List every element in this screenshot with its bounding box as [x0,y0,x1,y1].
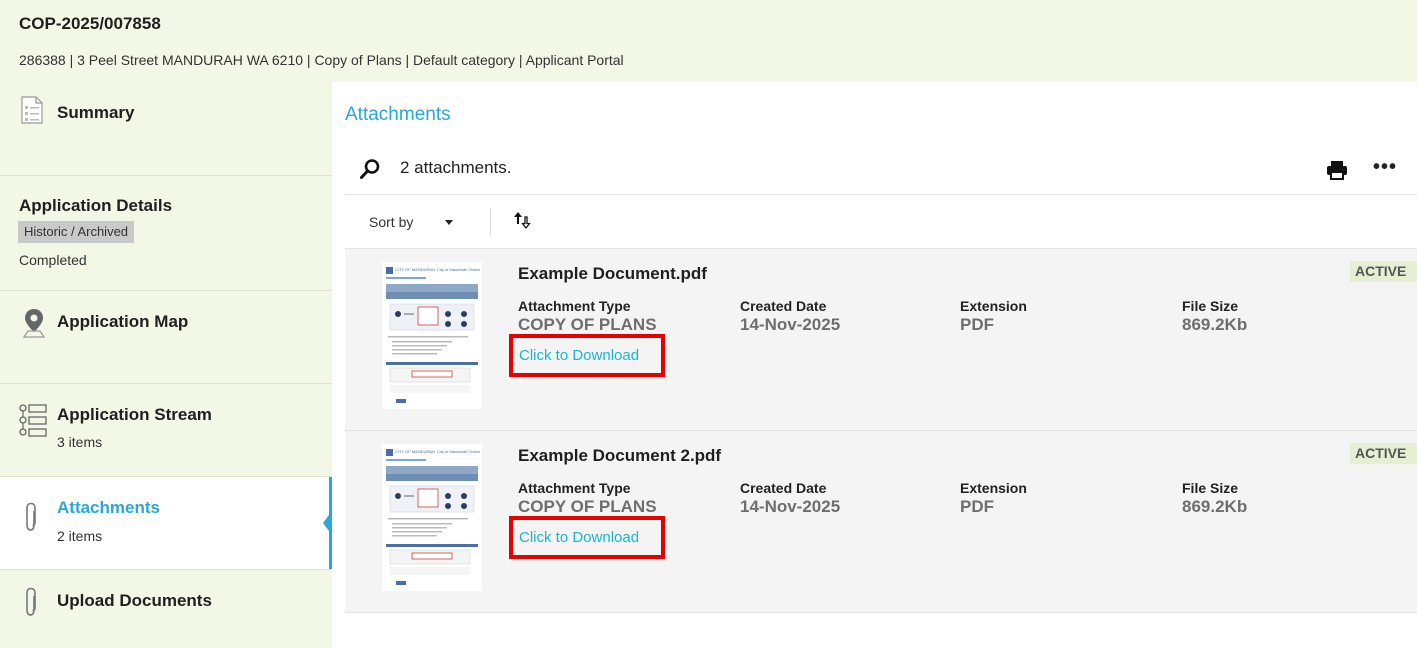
download-link[interactable]: Click to Download [519,347,639,364]
attachment-card: CITY OF MANDURAH City of Mandurah Online [345,431,1417,613]
sidebar-item-sub: 3 items [57,434,103,450]
attachment-filename[interactable]: Example Document 2.pdf [518,446,721,466]
attachment-type-label: Attachment Type [518,298,631,314]
more-options-icon[interactable]: ••• [1373,156,1397,179]
created-date-label: Created Date [740,298,827,314]
status-badge: ACTIVE [1350,443,1417,464]
download-highlight-box: Click to Download [509,516,665,559]
sidebar-item-upload-documents[interactable]: Upload Documents [0,570,332,648]
thumbnail-logo: CITY OF MANDURAH [395,449,435,454]
file-size-label: File Size [1182,480,1239,496]
sidebar-item-attachments[interactable]: Attachments 2 items [0,477,332,570]
file-size-value: 869.2Kb [1182,315,1248,334]
print-icon[interactable] [1326,160,1348,185]
divider [490,208,491,236]
sort-order-icon[interactable] [513,210,531,235]
sidebar: Summary Application Details Completed Ap… [0,82,332,648]
attachment-filename[interactable]: Example Document.pdf [518,264,707,284]
chevron-down-icon[interactable] [445,220,453,225]
created-date-value: 14-Nov-2025 [740,315,841,334]
sort-bar: Sort by [345,196,1417,249]
record-header: COP-2025/007858 286388 | 3 Peel Street M… [0,0,1417,82]
paperclip-icon [23,502,39,537]
sidebar-item-application-stream[interactable]: Application Stream 3 items [0,384,332,477]
status-badge: ACTIVE [1350,261,1417,282]
record-reference: COP-2025/007858 [19,14,161,33]
extension-label: Extension [960,298,1027,314]
download-link[interactable]: Click to Download [519,529,639,546]
attachment-type-label: Attachment Type [518,480,631,496]
thumbnail-logo: CITY OF MANDURAH [395,267,435,272]
attachments-count: 2 attachments. [400,158,512,177]
attachment-type-value: COPY OF PLANS [518,315,657,334]
sidebar-item-application-map[interactable]: Application Map [0,291,332,384]
list-icon [19,404,47,443]
sidebar-item-label: Summary [57,103,135,122]
search-icon[interactable] [359,158,381,185]
attachments-toolbar: 2 attachments. ••• [345,142,1417,195]
sidebar-item-sub: Completed [19,252,87,268]
extension-value: PDF [960,315,994,334]
active-indicator-bar [329,477,332,569]
sidebar-item-label: Application Map [57,312,189,331]
document-thumbnail[interactable]: CITY OF MANDURAH City of Mandurah Online [382,262,482,409]
created-date-label: Created Date [740,480,827,496]
attachment-card: CITY OF MANDURAH City of Mandurah Online [345,249,1417,431]
sidebar-item-sub: 2 items [57,528,103,544]
page-title: Attachments [345,104,451,125]
map-pin-icon [22,308,46,343]
sidebar-item-label: Application Details [19,196,173,215]
thumbnail-header: City of Mandurah Online [437,449,481,454]
sidebar-item-label: Attachments [57,498,160,517]
sidebar-item-label: Upload Documents [57,591,212,610]
sidebar-item-label: Application Stream [57,405,212,424]
download-highlight-box: Click to Download [509,334,665,377]
extension-label: Extension [960,480,1027,496]
file-size-value: 869.2Kb [1182,497,1248,516]
thumbnail-header: City of Mandurah Online [437,267,481,272]
attachments-panel: Attachments 2 attachments. ••• Sort by C… [345,82,1417,648]
document-icon [21,96,43,129]
record-meta: 286388 | 3 Peel Street MANDURAH WA 6210 … [19,52,624,68]
extension-value: PDF [960,497,994,516]
sidebar-item-summary[interactable]: Summary [0,82,332,176]
document-thumbnail[interactable]: CITY OF MANDURAH City of Mandurah Online [382,444,482,591]
sort-by-label[interactable]: Sort by [369,214,413,230]
created-date-value: 14-Nov-2025 [740,497,841,516]
status-badge: Historic / Archived [18,221,135,243]
paperclip-icon [23,587,39,622]
attachment-type-value: COPY OF PLANS [518,497,657,516]
file-size-label: File Size [1182,298,1239,314]
